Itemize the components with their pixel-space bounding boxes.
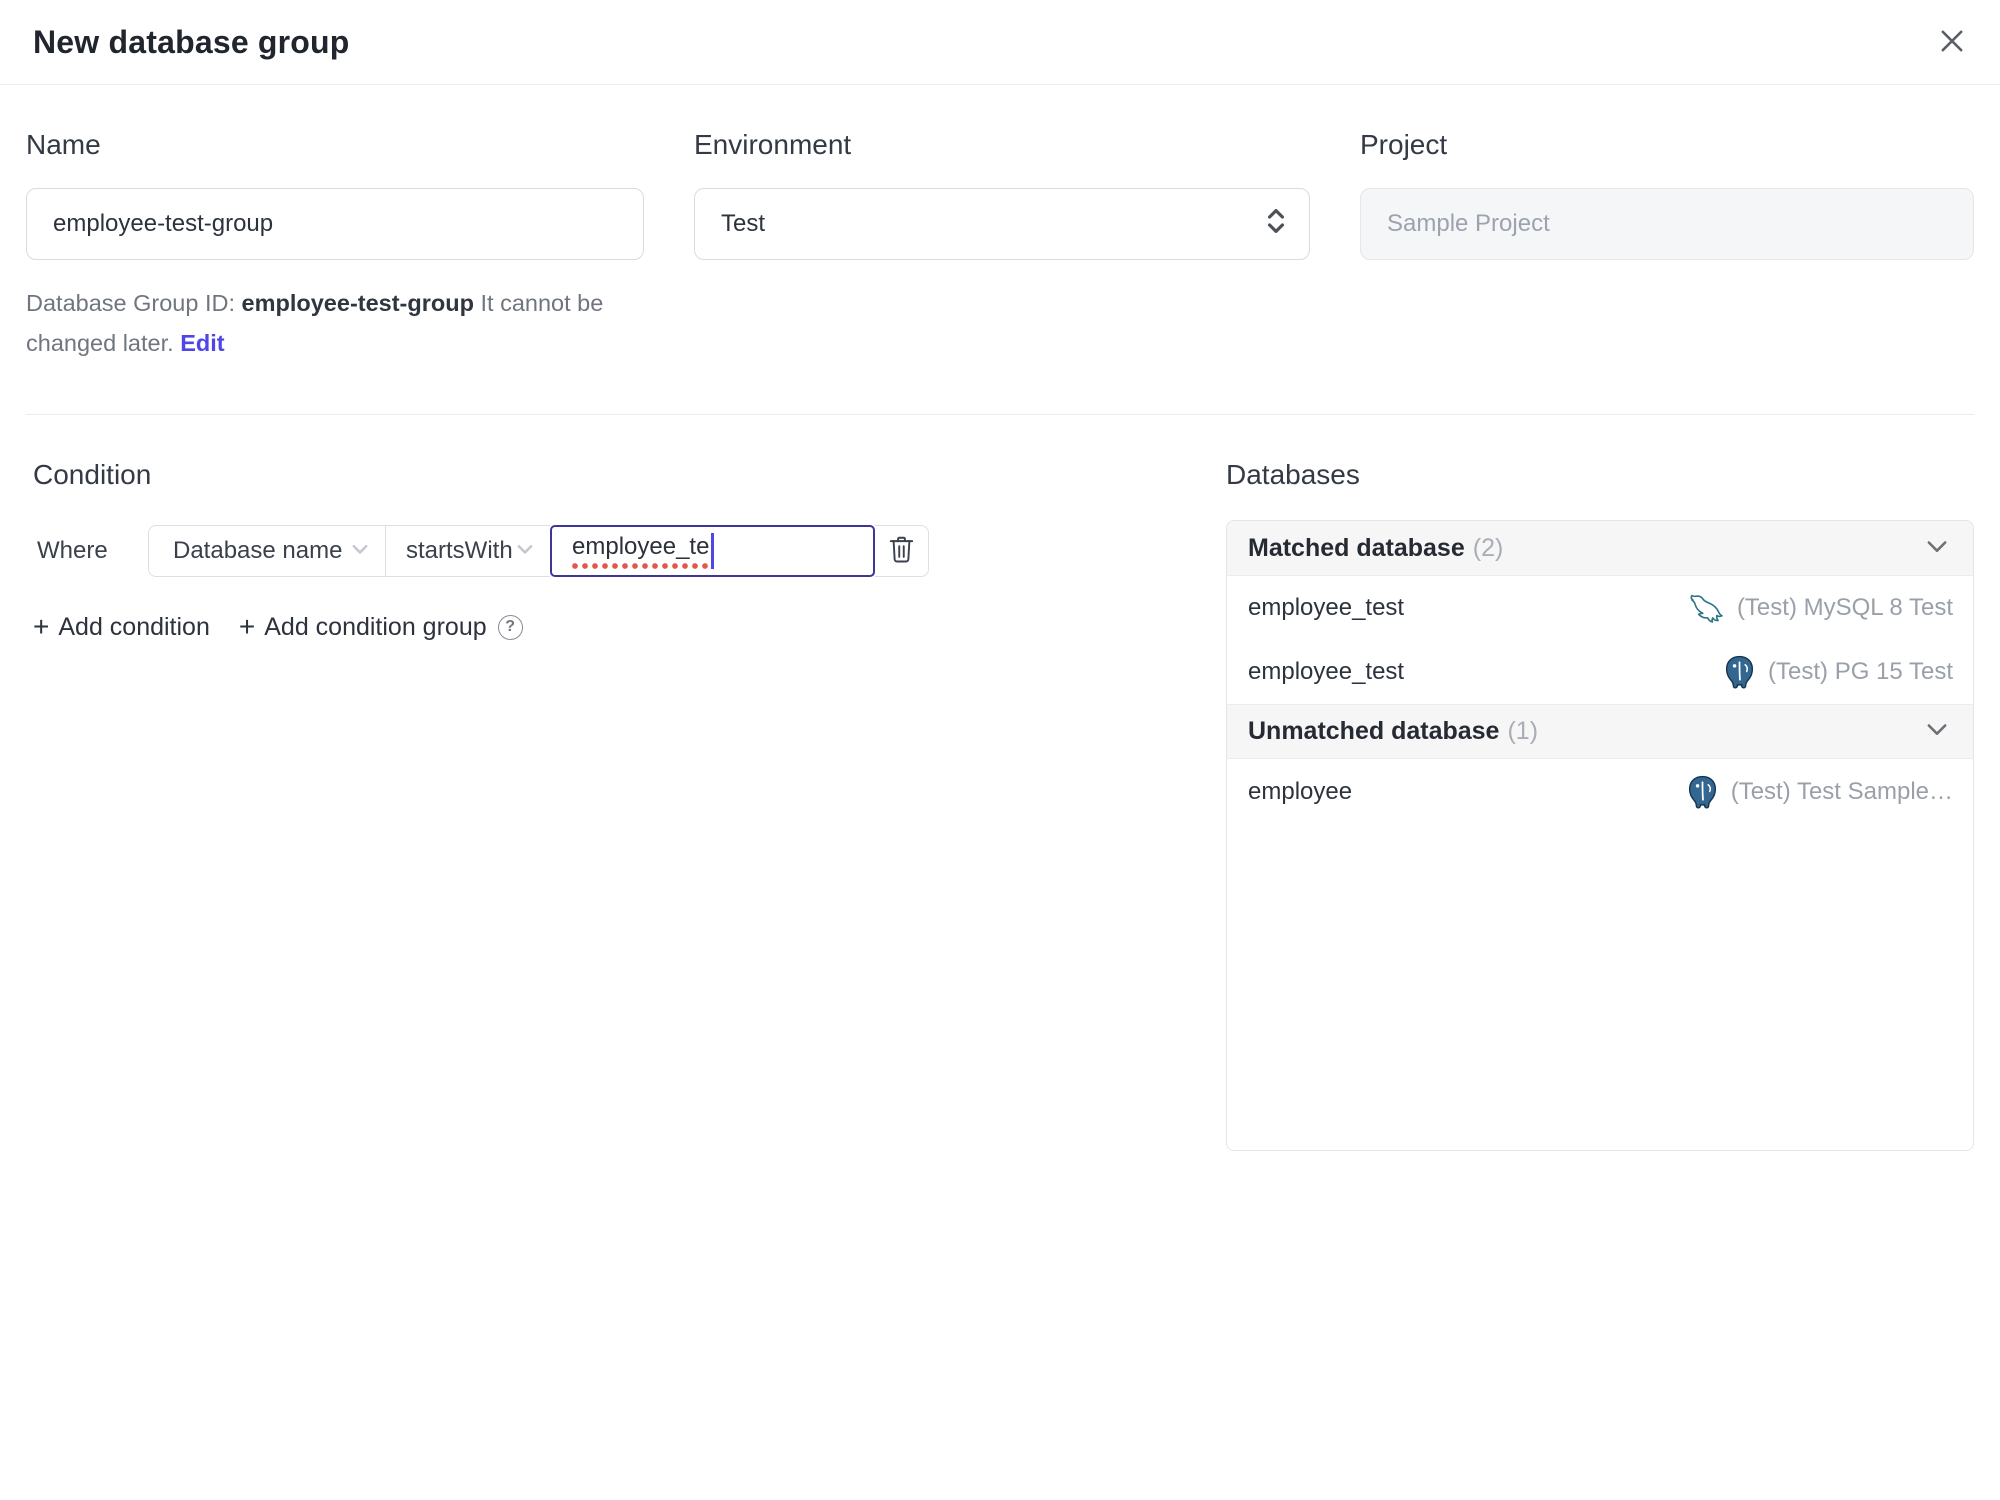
new-database-group-dialog: New database group Name Database Group I… xyxy=(0,0,2000,1500)
environment-select[interactable]: Test xyxy=(694,188,1310,260)
database-instance: (Test) MySQL 8 Test xyxy=(1688,593,1953,624)
database-row[interactable]: employee_test (Test) MySQL 8 Test xyxy=(1227,576,1973,640)
instance-label: (Test) PG 15 Test xyxy=(1768,658,1953,685)
plus-icon: + xyxy=(238,611,256,642)
dialog-header: New database group xyxy=(0,0,2000,85)
matched-database-header[interactable]: Matched database (2) xyxy=(1227,521,1973,575)
environment-value: Test xyxy=(721,210,766,237)
add-condition-label: Add condition xyxy=(58,612,210,641)
chevron-down-icon xyxy=(514,538,536,565)
database-row[interactable]: employee_test (Test) PG 15 Test xyxy=(1227,640,1973,704)
condition-value-text: employee_te xyxy=(572,532,710,570)
database-name: employee xyxy=(1248,778,1353,805)
chevron-down-icon xyxy=(1923,715,1951,748)
database-instance: (Test) PG 15 Test xyxy=(1722,654,1953,691)
condition-field-value: Database name xyxy=(173,537,343,564)
close-icon xyxy=(1935,24,1969,61)
unmatched-database-header[interactable]: Unmatched database (1) xyxy=(1227,704,1973,758)
close-button[interactable] xyxy=(1930,20,1974,64)
condition-actions: + Add condition + Add condition group ? xyxy=(33,611,1176,643)
database-name: employee_test xyxy=(1248,594,1405,621)
unmatched-count: (1) xyxy=(1507,717,1539,745)
where-label: Where xyxy=(37,537,108,564)
unmatched-database-rows: employee (Test) Test Sample… xyxy=(1227,758,1973,825)
condition-operator-value: startsWith xyxy=(406,537,513,564)
project-input: Sample Project xyxy=(1360,188,1974,260)
project-label: Project xyxy=(1360,129,1448,160)
name-input[interactable] xyxy=(26,188,644,260)
condition-operator-select[interactable]: startsWith xyxy=(385,525,550,577)
database-name: employee_test xyxy=(1248,658,1405,685)
add-condition-button[interactable]: + Add condition xyxy=(33,611,210,643)
chevron-down-icon xyxy=(1923,532,1951,565)
instance-label: (Test) Test Sample… xyxy=(1730,778,1953,805)
condition-row: Where Database name startsWith employee_… xyxy=(26,525,1176,577)
postgres-icon xyxy=(1685,774,1720,811)
help-icon[interactable]: ? xyxy=(497,614,523,640)
environment-label: Environment xyxy=(694,129,852,160)
database-row[interactable]: employee (Test) Test Sample… xyxy=(1227,759,1973,825)
databases-heading: Databases xyxy=(1226,459,1360,490)
plus-icon: + xyxy=(33,611,50,642)
group-id-prefix: Database Group ID: xyxy=(26,290,242,316)
trash-icon xyxy=(888,534,915,569)
group-id-value: employee-test-group xyxy=(241,290,474,316)
postgres-icon xyxy=(1722,654,1757,691)
environment-field-group: Environment Test xyxy=(694,129,1310,363)
database-instance: (Test) Test Sample… xyxy=(1685,774,1953,811)
updown-chevrons-icon xyxy=(1263,205,1289,244)
add-condition-group-label: Add condition group xyxy=(264,612,487,641)
matched-database-title: Matched database (2) xyxy=(1248,533,1504,562)
matched-count: (2) xyxy=(1472,533,1504,562)
mysql-icon xyxy=(1688,593,1726,624)
condition-field-select[interactable]: Database name xyxy=(148,525,385,577)
databases-panel: Matched database (2) employee_test (Test… xyxy=(1226,520,1974,1151)
dialog-title: New database group xyxy=(33,23,350,60)
condition-value-input[interactable]: employee_te xyxy=(550,525,875,577)
add-condition-group-button[interactable]: + Add condition group xyxy=(239,611,487,643)
chevron-down-icon xyxy=(349,538,371,565)
instance-label: (Test) MySQL 8 Test xyxy=(1736,594,1953,621)
dialog-content: Condition Where Database name startsWith xyxy=(0,415,2000,1151)
project-value: Sample Project xyxy=(1387,210,1550,237)
group-id-help: Database Group ID: employee-test-group I… xyxy=(26,283,646,363)
form-row: Name Database Group ID: employee-test-gr… xyxy=(0,85,2000,363)
condition-section: Condition Where Database name startsWith xyxy=(26,457,1176,1151)
name-field-group: Name Database Group ID: employee-test-gr… xyxy=(26,129,644,363)
edit-group-id-link[interactable]: Edit xyxy=(180,330,224,356)
unmatched-database-title: Unmatched database (1) xyxy=(1248,717,1539,745)
databases-section: Databases Matched database (2) employee_… xyxy=(1226,457,1974,1151)
matched-database-rows: employee_test (Test) MySQL 8 Test employ… xyxy=(1227,575,1973,704)
condition-heading: Condition xyxy=(33,459,152,490)
name-label: Name xyxy=(26,129,101,160)
help-glyph: ? xyxy=(505,618,516,635)
project-field-group: Project Sample Project xyxy=(1360,129,1974,363)
delete-condition-button[interactable] xyxy=(875,525,929,577)
text-caret xyxy=(711,533,715,569)
